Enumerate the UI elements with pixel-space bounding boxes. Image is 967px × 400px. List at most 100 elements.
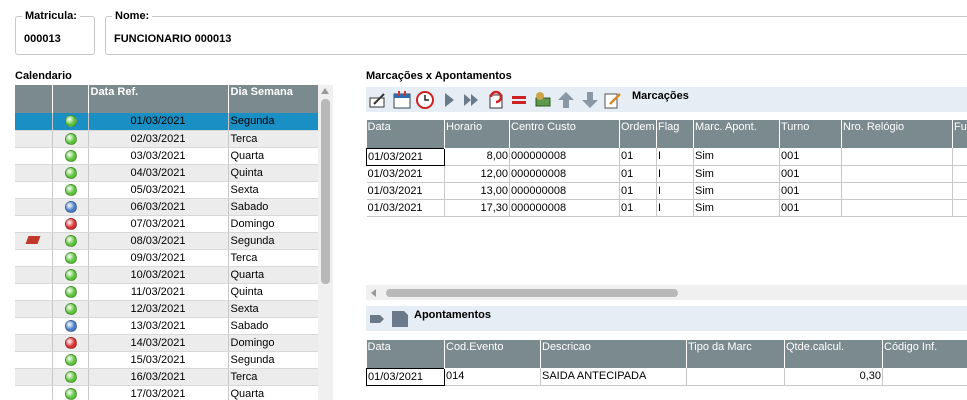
table-cell: 01/03/2021 — [366, 165, 445, 183]
date-cell: 11/03/2021 — [88, 283, 229, 301]
column-header[interactable]: Código Inf. — [882, 340, 967, 368]
flag-cell — [15, 232, 53, 250]
play-icon[interactable] — [439, 90, 459, 110]
table-row[interactable]: 12/03/2021 Sexta — [15, 300, 319, 318]
arrow-up-icon[interactable] — [556, 90, 576, 110]
table-row[interactable]: 13/03/2021 Sabado — [15, 317, 319, 335]
marcacoes-hscrollbar[interactable] — [366, 285, 967, 300]
status-red-icon — [64, 336, 77, 349]
day-cell: Terca — [228, 368, 319, 386]
column-header[interactable]: Horario — [444, 120, 510, 148]
apontamentos-label: Apontamentos — [414, 309, 491, 321]
table-row[interactable]: 01/03/2021 12,00 000000008 01 I Sim 001 — [366, 165, 967, 183]
table-row[interactable]: 07/03/2021 Domingo — [15, 215, 319, 233]
table-row[interactable]: 01/03/2021 17,30 000000008 01 I Sim 001 — [366, 199, 967, 217]
status-green-icon — [64, 234, 77, 247]
status-cell — [52, 249, 89, 267]
arrow-down-icon[interactable] — [580, 90, 600, 110]
day-cell: Quarta — [228, 385, 319, 400]
status-green-icon — [64, 285, 77, 298]
flag-cell — [15, 283, 53, 301]
table-cell: 8,00 — [444, 148, 510, 166]
table-row[interactable]: 11/03/2021 Quinta — [15, 283, 319, 301]
status-cell — [52, 198, 89, 216]
table-row[interactable]: 17/03/2021 Quarta — [15, 385, 319, 400]
date-cell: 06/03/2021 — [88, 198, 229, 216]
column-header[interactable]: Turno — [779, 120, 842, 148]
column-header[interactable]: Fu — [952, 120, 967, 148]
marcacoes-grid: Data Horario Centro Custo Ordem Flag Marc. Ap… — [366, 120, 967, 285]
table-row[interactable]: 03/03/2021 Quarta — [15, 147, 319, 165]
edit-icon[interactable] — [368, 90, 388, 110]
column-header[interactable]: Flag — [656, 120, 694, 148]
table-row[interactable]: 04/03/2021 Quinta — [15, 164, 319, 182]
table-row[interactable]: 02/03/2021 Terca — [15, 130, 319, 148]
status-cell — [52, 113, 89, 131]
column-header[interactable] — [52, 85, 89, 113]
scrollbar-thumb[interactable] — [386, 289, 678, 297]
column-header[interactable]: Data — [366, 120, 445, 148]
table-row[interactable]: 05/03/2021 Sexta — [15, 181, 319, 199]
day-cell: Quinta — [228, 283, 319, 301]
scroll-left-icon[interactable] — [371, 289, 376, 297]
column-header[interactable]: Marc. Apont. — [693, 120, 780, 148]
table-cell: 001 — [779, 182, 842, 200]
table-row[interactable]: 10/03/2021 Quarta — [15, 266, 319, 284]
table-cell: 01 — [619, 148, 657, 166]
table-row[interactable]: 08/03/2021 Segunda — [15, 232, 319, 250]
fast-forward-icon[interactable] — [462, 90, 482, 110]
date-cell: 02/03/2021 — [88, 130, 229, 148]
column-header[interactable]: Qtde.calcul. — [784, 340, 883, 368]
note-edit-icon[interactable] — [603, 90, 623, 110]
table-cell — [952, 148, 967, 166]
money-icon[interactable] — [533, 90, 553, 110]
clock-icon[interactable] — [415, 90, 435, 110]
date-cell: 14/03/2021 — [88, 334, 229, 352]
reset-icon[interactable] — [486, 90, 506, 110]
calendar-icon[interactable] — [392, 90, 412, 110]
table-row[interactable]: 09/03/2021 Terca — [15, 249, 319, 267]
flag-cell — [15, 385, 53, 400]
document-icon[interactable] — [390, 309, 410, 329]
column-header[interactable]: Data — [366, 340, 445, 368]
calendario-scrollbar[interactable] — [318, 85, 333, 400]
scrollbar-thumb[interactable] — [321, 99, 330, 284]
table-cell — [841, 182, 953, 200]
column-header[interactable]: Cod.Evento — [444, 340, 541, 368]
marcacoes-label: Marcações — [632, 90, 689, 102]
day-cell: Sabado — [228, 317, 319, 335]
scroll-up-icon[interactable] — [321, 88, 329, 94]
table-row[interactable]: 01/03/2021 8,00 000000008 01 I Sim 001 — [366, 147, 967, 166]
table-cell — [841, 199, 953, 217]
table-row[interactable]: 06/03/2021 Sabado — [15, 198, 319, 216]
arrow-right-icon[interactable] — [368, 309, 388, 329]
nome-field: Nome: FUNCIONARIO 000013 — [105, 10, 967, 55]
table-row[interactable]: 14/03/2021 Domingo — [15, 334, 319, 352]
status-green-icon — [64, 132, 77, 145]
status-green-icon — [64, 251, 77, 264]
table-cell: 01/03/2021 — [366, 182, 445, 200]
status-blue-icon — [64, 319, 77, 332]
equals-icon[interactable] — [509, 90, 529, 110]
table-cell: 000000008 — [509, 182, 620, 200]
column-header[interactable]: Tipo da Marc — [686, 340, 785, 368]
matricula-field: Matricula: 000013 — [15, 10, 95, 55]
table-row[interactable]: 01/03/2021 13,00 000000008 01 I Sim 001 — [366, 182, 967, 200]
table-row[interactable]: 01/03/2021 014 SAIDA ANTECIPADA 0,30 — [366, 367, 967, 386]
column-header[interactable]: Descricao — [540, 340, 687, 368]
marcacoes-apontamentos-title: Marcações x Apontamentos — [366, 70, 512, 82]
table-cell — [841, 148, 953, 166]
column-header[interactable]: Nro. Relógio — [841, 120, 953, 148]
column-header[interactable]: Centro Custo — [509, 120, 620, 148]
table-row[interactable]: 15/03/2021 Segunda — [15, 351, 319, 369]
column-header[interactable]: Ordem — [619, 120, 657, 148]
column-header-data-ref[interactable]: Data Ref. — [88, 85, 229, 113]
table-row[interactable]: 01/03/2021 Segunda — [15, 113, 319, 131]
table-row[interactable]: 16/03/2021 Terca — [15, 368, 319, 386]
table-cell — [952, 182, 967, 200]
column-header-dia-semana[interactable]: Dia Semana — [228, 85, 319, 113]
table-cell: I — [656, 165, 694, 183]
table-cell — [686, 368, 785, 386]
column-header[interactable] — [15, 85, 53, 113]
status-green-icon — [64, 115, 77, 128]
